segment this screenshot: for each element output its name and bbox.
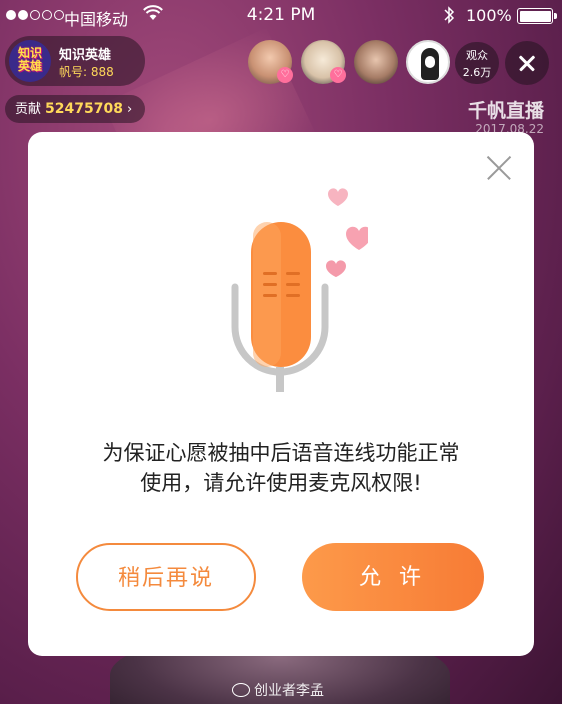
contribution-value: 52475708 (45, 101, 123, 117)
permission-message: 为保证心愿被抽中后语音连线功能正常 使用，请允许使用麦克风权限! (28, 438, 534, 498)
weibo-icon (232, 683, 250, 697)
close-live-button[interactable] (505, 41, 549, 85)
battery-percentage: 100% (466, 6, 512, 25)
author-credit: 创业者李孟 (232, 680, 324, 700)
chevron-right-icon: › (126, 102, 133, 117)
author-credit-text: 创业者李孟 (254, 683, 324, 699)
host-avatar[interactable]: 知识 英雄 (9, 40, 51, 82)
guard-badge-icon: ♡ (330, 67, 346, 83)
host-logo: 知识 英雄 (17, 46, 42, 73)
viewer-avatar[interactable] (406, 40, 450, 84)
permission-message-line2: 使用，请允许使用麦克风权限! (140, 471, 422, 495)
later-button[interactable]: 稍后再说 (76, 543, 256, 611)
audience-count: 2.6万 (462, 66, 492, 79)
host-id: 帆号: 888 (59, 65, 114, 79)
heart-icon (328, 188, 348, 206)
contribution-pill[interactable]: 贡献 52475708 › (5, 95, 145, 123)
bluetooth-icon (443, 5, 455, 29)
audience-count-button[interactable]: 观众 2.6万 (455, 42, 499, 84)
hood-face (425, 56, 435, 68)
audience-label: 观众 (466, 49, 488, 62)
dialog-close-button[interactable] (485, 154, 513, 182)
heart-icon (346, 226, 368, 250)
heart-icon (326, 260, 346, 277)
guard-badge-icon: ♡ (277, 67, 293, 83)
microphone-icon (231, 188, 368, 392)
host-profile-card[interactable]: 知识 英雄 知识英雄 帆号: 888 (5, 36, 145, 86)
contribution-label: 贡献 (15, 102, 42, 117)
allow-button[interactable]: 允 许 (302, 543, 484, 611)
viewer-avatar[interactable] (354, 40, 398, 84)
platform-watermark: 千帆直播 (467, 100, 544, 122)
status-bar: 中国移动 4:21 PM 100% (0, 0, 562, 32)
microphone-permission-dialog: 为保证心愿被抽中后语音连线功能正常 使用，请允许使用麦克风权限! 稍后再说 允 … (28, 132, 534, 656)
battery-icon (517, 8, 557, 24)
permission-message-line1: 为保证心愿被抽中后语音连线功能正常 (102, 441, 460, 465)
host-name: 知识英雄 (59, 48, 112, 63)
